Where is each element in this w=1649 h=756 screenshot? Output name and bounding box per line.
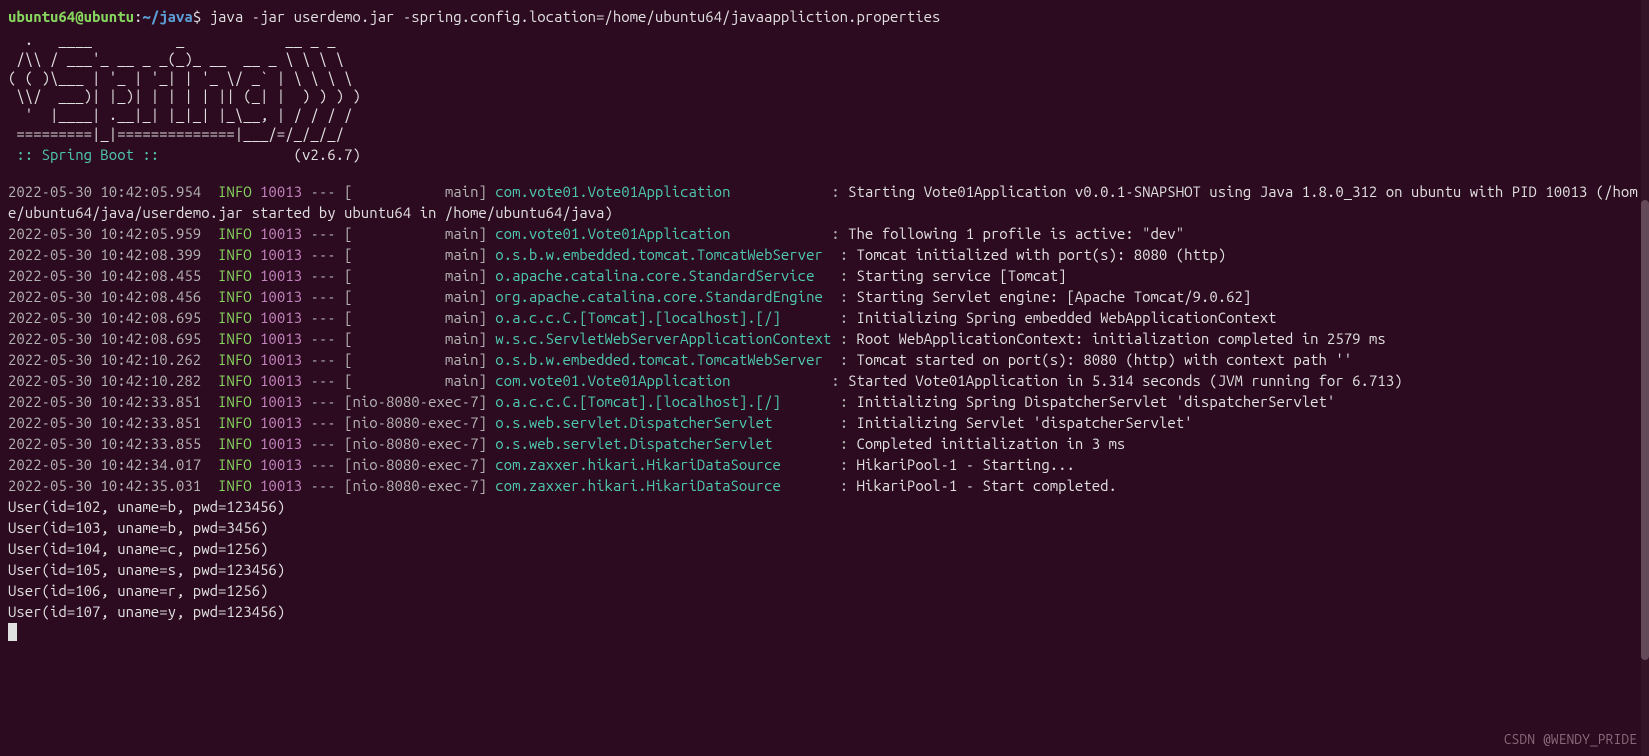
dollar: $ (193, 8, 201, 25)
log-line: 2022-05-30 10:42:08.456 INFO 10013 --- [… (8, 286, 1641, 307)
watermark: CSDN @WENDY_PRIDE (1504, 730, 1637, 750)
cursor-line (8, 622, 1641, 643)
path: ~/java (142, 8, 192, 25)
command-text: java -jar userdemo.jar -spring.config.lo… (201, 8, 940, 25)
scrollbar[interactable] (1641, 0, 1649, 756)
log-line: 2022-05-30 10:42:08.695 INFO 10013 --- [… (8, 328, 1641, 349)
log-line: 2022-05-30 10:42:10.282 INFO 10013 --- [… (8, 370, 1641, 391)
user-record: User(id=102, uname=b, pwd=123456) (8, 496, 1641, 517)
log-line: 2022-05-30 10:42:05.959 INFO 10013 --- [… (8, 223, 1641, 244)
log-line: 2022-05-30 10:42:08.695 INFO 10013 --- [… (8, 307, 1641, 328)
user-record: User(id=107, uname=y, pwd=123456) (8, 601, 1641, 622)
log-line: 2022-05-30 10:42:08.455 INFO 10013 --- [… (8, 265, 1641, 286)
log-line: 2022-05-30 10:42:34.017 INFO 10013 --- [… (8, 454, 1641, 475)
user-record: User(id=104, uname=c, pwd=1256) (8, 538, 1641, 559)
log-line: 2022-05-30 10:42:10.262 INFO 10013 --- [… (8, 349, 1641, 370)
log-line: 2022-05-30 10:42:33.855 INFO 10013 --- [… (8, 433, 1641, 454)
user-records-output: User(id=102, uname=b, pwd=123456)User(id… (8, 496, 1641, 622)
log-line: 2022-05-30 10:42:08.399 INFO 10013 --- [… (8, 244, 1641, 265)
user-record: User(id=106, uname=r, pwd=1256) (8, 580, 1641, 601)
spring-boot-version-line: :: Spring Boot :: (v2.6.7) (8, 144, 1641, 165)
spring-label: :: Spring Boot :: (8, 146, 168, 163)
log-output: 2022-05-30 10:42:05.954 INFO 10013 --- [… (8, 181, 1641, 496)
user-record: User(id=105, uname=s, pwd=123456) (8, 559, 1641, 580)
user-host: ubuntu64@ubuntu (8, 8, 134, 25)
scrollbar-thumb[interactable] (1641, 200, 1649, 660)
terminal[interactable]: ubuntu64@ubuntu:~/java$ java -jar userde… (8, 6, 1641, 643)
spring-ascii-banner: . ____ _ __ _ _ /\\ / ___'_ __ _ _(_)_ _… (8, 31, 1641, 144)
prompt-line: ubuntu64@ubuntu:~/java$ java -jar userde… (8, 6, 1641, 27)
log-line: 2022-05-30 10:42:35.031 INFO 10013 --- [… (8, 475, 1641, 496)
cursor (8, 623, 17, 641)
log-line: 2022-05-30 10:42:05.954 INFO 10013 --- [… (8, 181, 1641, 223)
spring-version: (v2.6.7) (168, 146, 361, 163)
user-record: User(id=103, uname=b, pwd=3456) (8, 517, 1641, 538)
log-line: 2022-05-30 10:42:33.851 INFO 10013 --- [… (8, 391, 1641, 412)
log-line: 2022-05-30 10:42:33.851 INFO 10013 --- [… (8, 412, 1641, 433)
